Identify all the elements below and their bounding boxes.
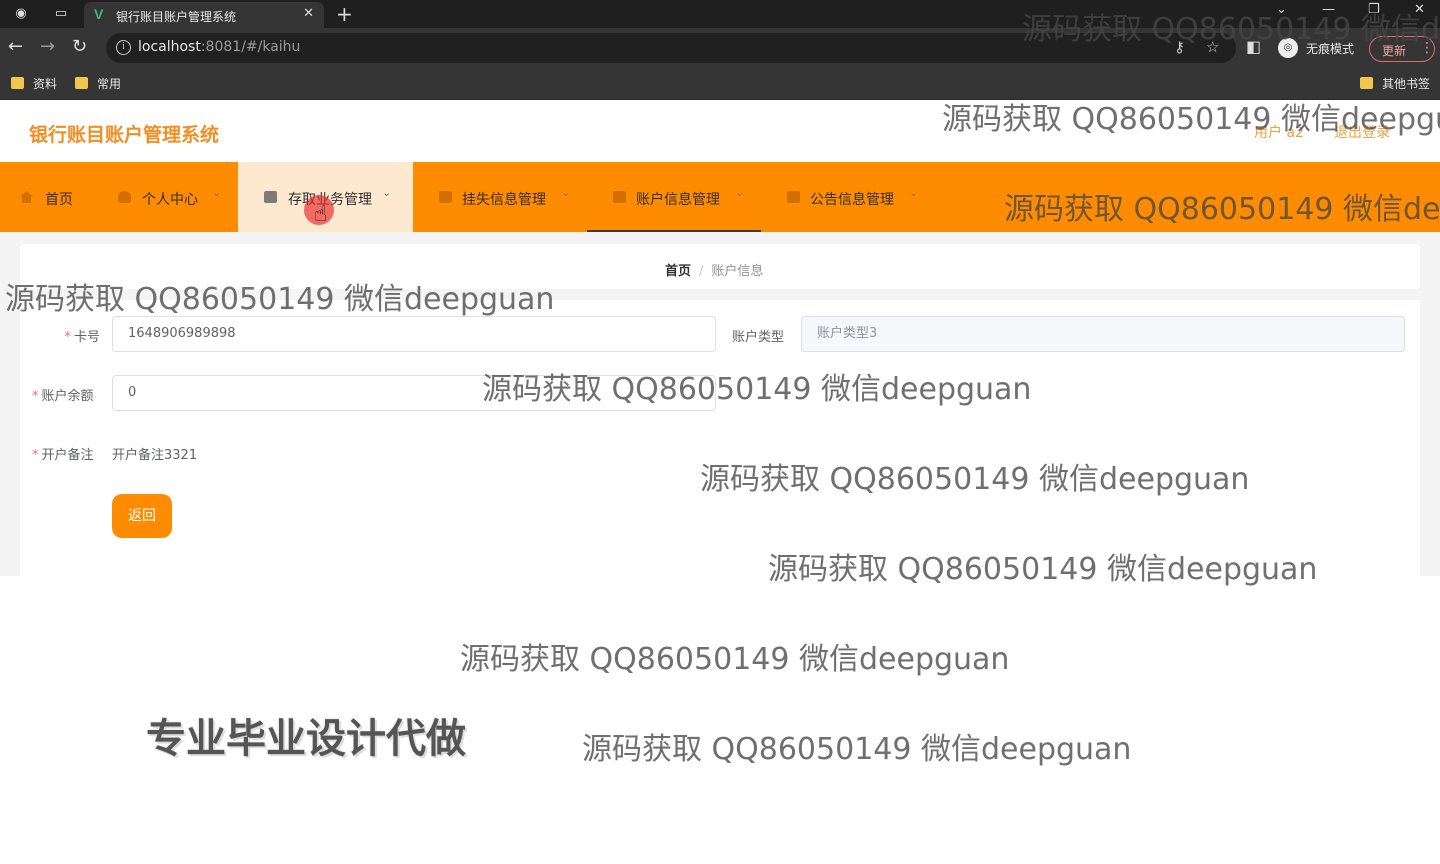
url-path: :8081/#/kaihu bbox=[200, 39, 301, 55]
document-icon bbox=[787, 191, 800, 203]
browser-toolbar: ← → ↻ i localhost:8081/#/kaihu ⚷ ☆ ◧ ◎ 无… bbox=[0, 28, 1440, 68]
new-tab-icon[interactable]: + bbox=[336, 2, 353, 26]
bookmarks-bar: 资料 常用 其他书签 bbox=[0, 68, 1440, 100]
account-type-field[interactable]: 账户类型3 bbox=[801, 316, 1405, 352]
bookmark-label: 其他书签 bbox=[1382, 77, 1431, 91]
menu-label: 公告信息管理 bbox=[810, 192, 894, 208]
folder-icon bbox=[1360, 77, 1373, 89]
breadcrumb-home[interactable]: 首页 bbox=[665, 264, 691, 279]
breadcrumb-separator: / bbox=[699, 264, 704, 279]
chevron-down-icon: ⌄ bbox=[212, 186, 222, 199]
main-menu: 首页 个人中心 ⌄ 存取业务管理 ⌄ 挂失信息管理 ⌄ 账户信息管理 ⌄ 公告信… bbox=[0, 162, 1440, 232]
menu-label: 个人中心 bbox=[142, 192, 198, 208]
bookmark-label: 常用 bbox=[97, 77, 122, 91]
sidebar-icon[interactable]: ◧ bbox=[1246, 37, 1261, 57]
card-number-field[interactable]: 1648906989898 bbox=[112, 316, 716, 352]
document-icon bbox=[613, 191, 626, 203]
account-type-label: 账户类型 bbox=[732, 330, 785, 345]
document-icon bbox=[264, 191, 277, 203]
card-number-label: * 卡号 bbox=[58, 326, 100, 345]
bookmark-folder-other[interactable]: 其他书签 bbox=[1360, 74, 1438, 94]
required-mark: * bbox=[64, 330, 71, 345]
folder-icon bbox=[11, 77, 24, 89]
bookmark-folder-ziliao[interactable]: 资料 bbox=[11, 74, 71, 94]
watermark-text: 源码获取 QQ86050149 微信deepguan bbox=[582, 732, 1132, 767]
chevron-down-icon: ⌄ bbox=[909, 186, 919, 199]
menu-item-account-info[interactable]: 账户信息管理 ⌄ bbox=[587, 162, 761, 232]
promo-watermark: 专业毕业设计代做 bbox=[146, 716, 466, 762]
minimize-icon[interactable]: — bbox=[1322, 2, 1335, 17]
restore-icon[interactable]: ❐ bbox=[1368, 2, 1380, 17]
info-icon[interactable]: i bbox=[116, 40, 131, 55]
update-button[interactable]: 更新 ⋮ bbox=[1369, 36, 1435, 62]
menu-label: 账户信息管理 bbox=[636, 192, 720, 208]
more-vertical-icon[interactable]: ⋮ bbox=[1420, 40, 1434, 56]
balance-label-text: 账户余额 bbox=[41, 389, 94, 404]
globe-icon[interactable]: ◉ bbox=[12, 5, 30, 23]
bookmark-label: 资料 bbox=[33, 77, 58, 91]
tab-title: 银行账目账户管理系统 bbox=[116, 10, 237, 24]
required-mark: * bbox=[32, 448, 39, 463]
breadcrumb: 首页 / 账户信息 bbox=[20, 244, 1420, 289]
menu-label: 挂失信息管理 bbox=[462, 192, 546, 208]
incognito-badge[interactable]: ◎ 无痕模式 bbox=[1278, 36, 1362, 60]
menu-item-loss-report[interactable]: 挂失信息管理 ⌄ bbox=[413, 162, 587, 232]
user-name: 用户 a2 bbox=[1254, 125, 1304, 141]
back-arrow-icon[interactable]: ← bbox=[8, 37, 23, 57]
chevron-down-icon[interactable]: ⌄ bbox=[1276, 2, 1287, 17]
back-button[interactable]: 返回 bbox=[112, 494, 172, 538]
vue-favicon-icon: V bbox=[94, 6, 104, 22]
chevron-down-icon: ⌄ bbox=[735, 186, 745, 199]
chevron-down-icon: ⌄ bbox=[382, 186, 392, 199]
window-close-icon[interactable]: ✕ bbox=[1414, 2, 1425, 17]
window-icon[interactable]: ▭ bbox=[52, 5, 70, 23]
required-mark: * bbox=[32, 389, 39, 404]
url-host: localhost bbox=[138, 39, 201, 55]
document-icon bbox=[439, 191, 452, 203]
menu-item-home[interactable]: 首页 bbox=[0, 162, 92, 232]
app-header: 银行账目账户管理系统 用户 a2 退出登录 bbox=[0, 100, 1440, 162]
menu-item-profile[interactable]: 个人中心 ⌄ bbox=[92, 162, 238, 232]
home-icon bbox=[20, 191, 33, 203]
star-icon[interactable]: ☆ bbox=[1206, 38, 1219, 56]
user-icon bbox=[118, 191, 131, 203]
browser-tab-bar: ◉ ▭ V 银行账目账户管理系统 ✕ + ⌄ — ❐ ✕ bbox=[0, 0, 1440, 28]
chevron-down-icon: ⌄ bbox=[561, 186, 571, 199]
logout-link[interactable]: 退出登录 bbox=[1334, 122, 1390, 142]
address-bar[interactable]: i localhost:8081/#/kaihu ⚷ ☆ bbox=[106, 33, 1236, 63]
incognito-icon: ◎ bbox=[1278, 38, 1298, 58]
incognito-label: 无痕模式 bbox=[1306, 42, 1355, 56]
breadcrumb-current: 账户信息 bbox=[711, 264, 764, 279]
close-icon[interactable]: ✕ bbox=[303, 6, 314, 21]
remark-label: * 开户备注 bbox=[32, 444, 94, 463]
menu-label: 首页 bbox=[45, 192, 73, 208]
breadcrumb-trail: 首页 / 账户信息 bbox=[665, 260, 763, 279]
url-text: localhost:8081/#/kaihu bbox=[138, 39, 300, 55]
remark-label-text: 开户备注 bbox=[41, 448, 94, 463]
update-label: 更新 bbox=[1382, 44, 1407, 58]
hand-cursor-icon: ☝ bbox=[314, 202, 328, 227]
browser-tab[interactable]: V 银行账目账户管理系统 ✕ bbox=[84, 2, 324, 28]
reload-icon[interactable]: ↻ bbox=[72, 37, 87, 57]
remark-value: 开户备注3321 bbox=[112, 448, 198, 463]
forward-arrow-icon[interactable]: → bbox=[40, 37, 55, 57]
watermark-text: 源码获取 QQ86050149 微信deepguan bbox=[460, 642, 1010, 677]
menu-item-notice[interactable]: 公告信息管理 ⌄ bbox=[761, 162, 935, 232]
balance-label: * 账户余额 bbox=[32, 385, 94, 404]
app-title: 银行账目账户管理系统 bbox=[29, 124, 220, 146]
balance-field[interactable]: 0 bbox=[112, 375, 716, 411]
card-number-label-text: 卡号 bbox=[73, 330, 100, 345]
folder-icon bbox=[75, 77, 88, 89]
bookmark-folder-changyong[interactable]: 常用 bbox=[75, 74, 135, 94]
account-form: * 卡号 1648906989898 账户类型 账户类型3 * 账户余额 0 * 开户… bbox=[20, 300, 1420, 576]
key-icon[interactable]: ⚷ bbox=[1174, 38, 1185, 56]
